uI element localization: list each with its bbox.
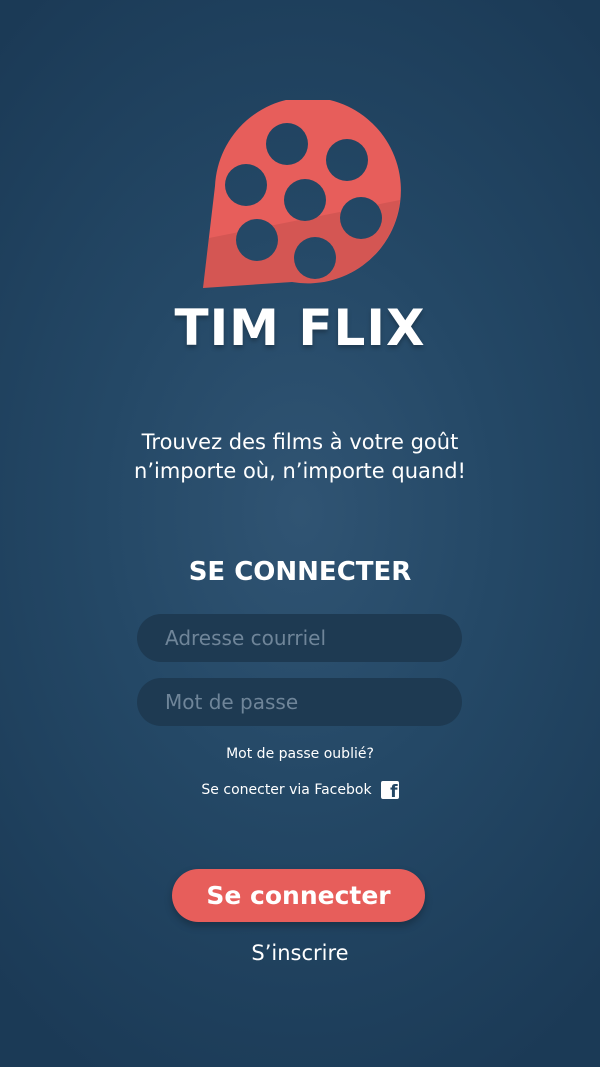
- tagline: Trouvez des films à votre goût n’importe…: [0, 428, 600, 486]
- tagline-line-2: n’importe où, n’importe quand!: [134, 459, 466, 483]
- facebook-login-label: Se conecter via Facebok: [201, 782, 372, 798]
- login-button[interactable]: Se connecter: [172, 869, 425, 922]
- signup-link[interactable]: S’inscrire: [0, 939, 600, 967]
- login-heading: SE CONNECTER: [188, 557, 412, 587]
- app-brand-name: TIM FLIX: [174, 299, 426, 357]
- film-reel-logo-icon: [203, 100, 401, 288]
- facebook-login-link[interactable]: Se conecter via Facebok f: [0, 780, 600, 800]
- password-field[interactable]: [137, 678, 462, 726]
- facebook-icon: f: [380, 781, 399, 799]
- email-field[interactable]: [137, 614, 462, 662]
- forgot-password-link[interactable]: Mot de passe oublié?: [0, 744, 600, 764]
- tagline-line-1: Trouvez des films à votre goût: [141, 430, 459, 454]
